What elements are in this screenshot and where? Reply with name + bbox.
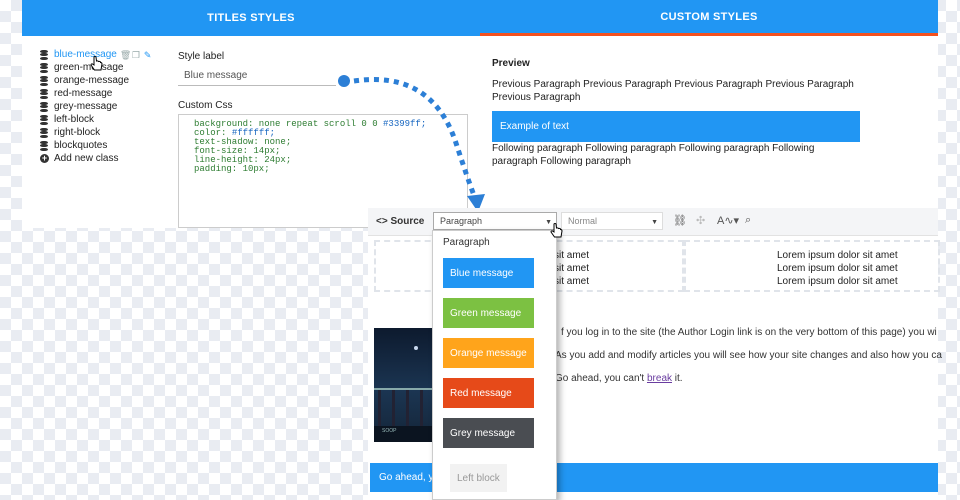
- tab-titles-styles[interactable]: TITLES STYLES: [22, 0, 480, 36]
- database-icon: [40, 75, 48, 86]
- dropdown-item-blue-message[interactable]: Blue message: [443, 258, 534, 288]
- dropdown-item-red-message[interactable]: Red message: [443, 378, 534, 408]
- database-icon: [40, 49, 48, 60]
- dropdown-item-orange-message[interactable]: Orange message: [443, 338, 534, 368]
- lorem-cell-left: sit amet sit amet sit amet: [554, 250, 590, 287]
- class-item[interactable]: red-message: [40, 87, 153, 100]
- edit-icon[interactable]: ✎: [144, 50, 153, 60]
- hand-cursor-icon: [550, 223, 563, 238]
- link-icon[interactable]: ⛓: [673, 214, 687, 227]
- source-button[interactable]: <> Source: [376, 216, 424, 227]
- database-icon: [40, 140, 48, 151]
- class-item-label[interactable]: grey-message: [54, 100, 117, 113]
- previous-paragraph: Previous Paragraph Previous Paragraph Pr…: [492, 79, 854, 103]
- copy-icon[interactable]: ❐: [132, 50, 141, 60]
- custom-css-label: Custom Css: [178, 100, 233, 111]
- plus-icon: +: [40, 153, 49, 163]
- example-text-box: Example of text: [492, 111, 860, 142]
- class-item-label[interactable]: blue-message: [54, 48, 117, 61]
- format-select[interactable]: Paragraph ▼: [433, 212, 557, 230]
- database-icon: [40, 114, 48, 125]
- following-paragraph: Following paragraph Following paragraph …: [492, 143, 815, 167]
- chevron-down-icon: ▼: [651, 219, 658, 226]
- class-item-label[interactable]: right-block: [54, 126, 100, 139]
- database-icon: [40, 88, 48, 99]
- style-label-label: Style label: [178, 51, 225, 62]
- dropdown-item-green-message[interactable]: Green message: [443, 298, 534, 328]
- dropdown-item-left-block[interactable]: Left block: [450, 464, 507, 492]
- class-item-label[interactable]: orange-message: [54, 74, 129, 87]
- format-select-value: Paragraph: [440, 216, 483, 226]
- image-caption: SOOP: [382, 428, 397, 434]
- preview-title: Preview: [492, 58, 530, 69]
- class-item-label[interactable]: green-message: [54, 61, 123, 74]
- database-icon: [40, 62, 48, 73]
- body-line-3: Go ahead, you can't break it.: [555, 373, 683, 384]
- spellcheck-icon[interactable]: A∿▾: [717, 214, 739, 227]
- lorem-cell-right: Lorem ipsum dolor sit amet Lorem ipsum do…: [777, 250, 898, 287]
- unlink-icon[interactable]: ✣: [696, 214, 705, 227]
- add-class-link[interactable]: + Add new class: [40, 152, 153, 165]
- bridge-image: [374, 346, 434, 442]
- tab-custom-styles[interactable]: CUSTOM STYLES: [480, 0, 938, 36]
- body-line-2: As you add and modify articles you will …: [555, 350, 942, 361]
- find-icon[interactable]: ⌕: [745, 214, 751, 227]
- class-item[interactable]: grey-message: [40, 100, 153, 113]
- hand-cursor-icon: [90, 56, 103, 71]
- class-item[interactable]: left-block: [40, 113, 153, 126]
- class-item-label[interactable]: left-block: [54, 113, 94, 126]
- style-label-input[interactable]: [178, 66, 336, 86]
- body-line-1: f you log in to the site (the Author Log…: [561, 327, 937, 338]
- database-icon: [40, 127, 48, 138]
- class-item[interactable]: blockquotes: [40, 139, 153, 152]
- class-item[interactable]: orange-message: [40, 74, 153, 87]
- dropdown-item-grey-message[interactable]: Grey message: [443, 418, 534, 448]
- break-link[interactable]: break: [647, 373, 672, 384]
- class-item-label[interactable]: red-message: [54, 87, 112, 100]
- article-image: SOOP: [374, 328, 434, 442]
- class-item[interactable]: right-block: [40, 126, 153, 139]
- font-size-select[interactable]: Normal ▼: [561, 212, 663, 230]
- add-class-label[interactable]: Add new class: [54, 152, 118, 165]
- font-size-value: Normal: [568, 216, 598, 226]
- database-icon: [40, 101, 48, 112]
- dotted-arrow-icon: [338, 75, 485, 212]
- code-icon: <>: [376, 216, 391, 227]
- trash-icon[interactable]: 🗑: [120, 50, 131, 60]
- class-item-label[interactable]: blockquotes: [54, 139, 107, 152]
- dropdown-header[interactable]: Paragraph: [443, 237, 490, 248]
- source-label: Source: [390, 216, 425, 227]
